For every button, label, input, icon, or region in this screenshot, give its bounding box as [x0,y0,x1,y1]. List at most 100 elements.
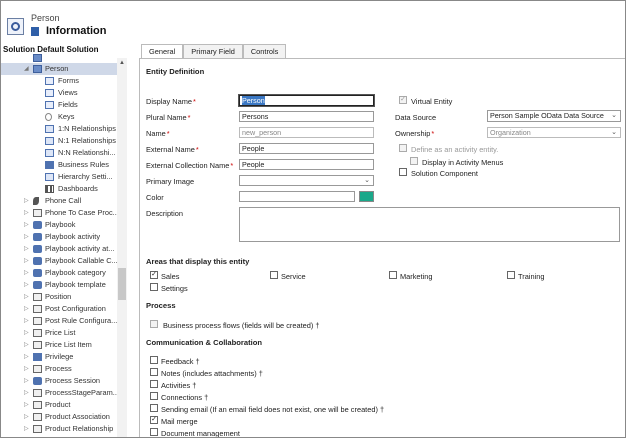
expand-arrow-icon[interactable]: ▷ [24,291,30,303]
sidebar-item[interactable]: ▷ Product Relationship [1,423,117,435]
expand-arrow-icon[interactable]: ▷ [24,351,30,363]
rel-icon [45,173,54,181]
expand-arrow-icon[interactable]: ▷ [24,423,30,435]
sidebar-item-label: Fields [58,100,78,109]
sidebar-item[interactable]: ◢ Person [1,63,117,75]
communication-checkbox[interactable] [150,380,158,388]
area-training-checkbox[interactable] [507,271,515,279]
sidebar-item[interactable]: ▷ Phone To Case Proc... [1,207,119,219]
sidebar-item-label: N:1 Relationships [58,136,116,145]
sidebar-item[interactable]: 1:N Relationships [1,123,117,135]
scrollbar-thumb[interactable] [118,268,126,300]
sidebar-item[interactable]: ▷ Playbook template [1,279,117,291]
sidebar-item[interactable]: ▷ Playbook category [1,267,117,279]
display-name-input[interactable]: Person [238,94,375,107]
expand-arrow-icon[interactable]: ▷ [24,399,30,411]
external-collection-name-label: External Collection Name* [146,161,234,170]
solution-component-checkbox[interactable] [399,168,407,176]
sidebar-item[interactable]: ▷ Product [1,399,117,411]
expand-arrow-icon[interactable]: ▷ [24,231,30,243]
expand-arrow-icon[interactable]: ▷ [24,339,30,351]
sidebar-item[interactable]: ▷ Post Configuration [1,303,117,315]
expand-arrow-icon[interactable]: ▷ [24,219,30,231]
sidebar-item[interactable]: Business Rules [1,159,117,171]
pos-icon [33,293,42,301]
sidebar-item[interactable]: ▷ Price List [1,327,117,339]
solution-title: Solution Default Solution [3,45,99,54]
tab-controls[interactable]: Controls [242,44,287,58]
scroll-up-icon[interactable]: ▲ [119,60,125,66]
sidebar-item[interactable]: ▷ Playbook activity [1,231,117,243]
area-service-label: Service [281,272,306,281]
areas-title: Areas that display this entity [146,257,250,266]
communication-checkbox[interactable] [150,392,158,400]
expand-arrow-icon[interactable]: ▷ [24,243,30,255]
pos-icon [33,365,42,373]
color-swatch[interactable] [359,191,374,202]
sidebar-item[interactable]: Dashboards [1,183,117,195]
sidebar-item[interactable]: ▷ Privilege [1,351,117,363]
tab-general[interactable]: General [141,44,184,58]
expand-arrow-icon[interactable]: ▷ [24,315,30,327]
expand-arrow-icon[interactable]: ▷ [24,387,30,399]
sidebar-item[interactable]: ▷ Post Rule Configura... [1,315,117,327]
sidebar-item-label: Business Rules [58,160,109,169]
plural-name-label: Plural Name* [146,113,191,122]
sidebar-item[interactable]: ▷ Product Association [1,411,117,423]
sidebar-item[interactable]: Fields [1,99,117,111]
sidebar-item[interactable]: ▷ ProcessStageParam... [1,387,119,399]
area-marketing-checkbox[interactable] [389,271,397,279]
form-icon [45,77,54,85]
area-settings-label: Settings [161,284,188,293]
area-service-checkbox[interactable] [270,271,278,279]
sidebar-item[interactable]: ▷ Playbook activity at... [1,243,117,255]
sidebar-item[interactable]: ▷ Process [1,363,117,375]
expand-arrow-icon[interactable]: ▷ [24,363,30,375]
sidebar-item[interactable]: ▷ Position [1,291,117,303]
sidebar-item[interactable]: Hierarchy Setti... [1,171,117,183]
area-settings-checkbox[interactable] [150,283,158,291]
sidebar-item[interactable]: ▷ Playbook [1,219,117,231]
expand-arrow-icon[interactable]: ▷ [24,375,30,387]
virtual-entity-checkbox: ✓ [399,96,407,104]
expand-arrow-icon[interactable]: ▷ [24,195,30,207]
expand-arrow-icon[interactable]: ▷ [24,207,30,219]
primary-image-select[interactable]: ⌄ [239,175,374,186]
communication-checkbox[interactable]: ✓ [150,416,158,424]
solution-component-label: Solution Component [411,169,478,178]
phone-icon [33,197,39,205]
external-collection-name-input[interactable]: People [239,159,374,170]
sidebar-item[interactable]: ▷ Price List Item [1,339,117,351]
communication-checkbox[interactable] [150,368,158,376]
expand-arrow-icon[interactable]: ▷ [24,279,30,291]
description-textarea[interactable] [239,207,620,242]
expand-arrow-icon[interactable]: ▷ [24,255,30,267]
expand-arrow-icon[interactable]: ▷ [24,411,30,423]
color-input[interactable] [239,191,355,202]
sidebar-item[interactable]: Views [1,87,117,99]
sidebar-item[interactable]: ▷ Process Session [1,375,117,387]
sidebar-item[interactable]: N:N Relationshi... [1,147,117,159]
data-source-select[interactable]: Person Sample OData Data Source ⌄ [487,110,621,122]
tab-primary-field[interactable]: Primary Field [183,44,243,58]
communication-checkbox[interactable] [150,404,158,412]
area-sales-checkbox[interactable]: ✓ [150,271,158,279]
sidebar-item[interactable]: Forms [1,75,117,87]
sidebar-item[interactable]: ▷ Phone Call [1,195,117,207]
play-icon [33,257,42,265]
sidebar-item[interactable]: ▷ Playbook Callable C... [1,255,118,267]
sidebar-item[interactable]: N:1 Relationships [1,135,117,147]
expand-arrow-icon[interactable]: ◢ [24,63,30,75]
sidebar-item-label: Product Relationship [45,424,114,433]
sidebar-scrollbar[interactable]: ▲ [117,58,127,437]
expand-arrow-icon[interactable]: ▷ [24,303,30,315]
primary-image-label: Primary Image [146,177,195,186]
expand-arrow-icon[interactable]: ▷ [24,327,30,339]
expand-arrow-icon[interactable]: ▷ [24,267,30,279]
communication-checkbox[interactable] [150,428,158,436]
communication-checkbox[interactable] [150,356,158,364]
plural-name-input[interactable]: Persons [239,111,374,122]
sidebar-item[interactable]: Keys [1,111,117,123]
external-name-input[interactable]: People [239,143,374,154]
rel-icon [45,125,54,133]
